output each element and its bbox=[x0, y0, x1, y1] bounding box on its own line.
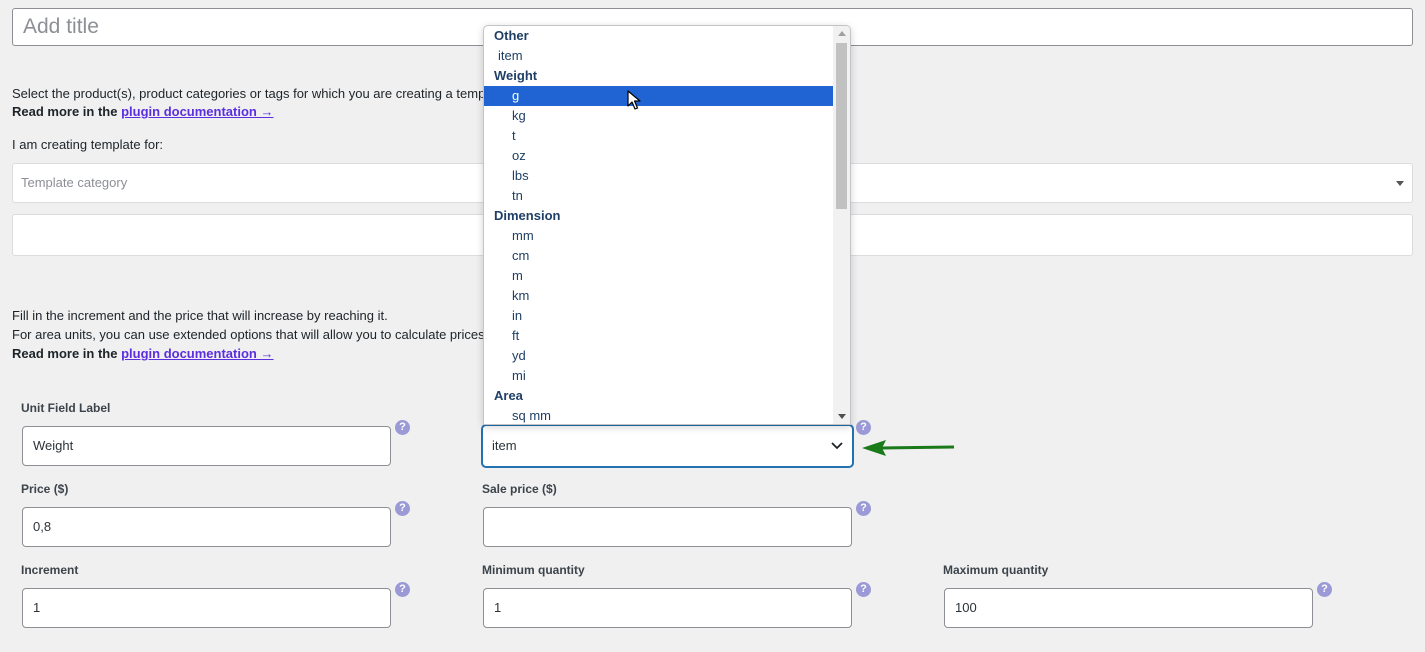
option-item[interactable]: item bbox=[484, 46, 835, 66]
template-category-placeholder: Template category bbox=[21, 175, 128, 190]
plugin-documentation-link[interactable]: plugin documentation → bbox=[121, 104, 273, 119]
minimum-quantity-input[interactable]: 1 bbox=[483, 588, 852, 628]
unit-field-label-label: Unit Field Label bbox=[21, 401, 111, 415]
option-t[interactable]: t bbox=[484, 126, 835, 146]
help-icon[interactable]: ? bbox=[395, 420, 410, 435]
option-g[interactable]: g bbox=[484, 86, 835, 106]
option-cm[interactable]: cm bbox=[484, 246, 835, 266]
template-for-label: I am creating template for: bbox=[12, 137, 164, 152]
price-input[interactable]: 0,8 bbox=[22, 507, 391, 547]
unit-dropdown-list[interactable]: Other item Weight g kg t oz lbs tn Dimen… bbox=[483, 25, 851, 425]
read-more-prefix: Read more in the bbox=[12, 346, 118, 361]
unit-select-value: item bbox=[492, 438, 517, 453]
group-weight: Weight bbox=[494, 68, 538, 83]
caret-down-icon bbox=[1396, 181, 1404, 186]
unit-field-label-input[interactable]: Weight bbox=[22, 426, 391, 466]
dropdown-scrollbar[interactable] bbox=[833, 26, 850, 424]
increment-label: Increment bbox=[21, 563, 79, 577]
option-km[interactable]: km bbox=[484, 286, 835, 306]
option-mm[interactable]: mm bbox=[484, 226, 835, 246]
intro-text: Select the product(s), product categorie… bbox=[12, 86, 486, 101]
plugin-documentation-link-2[interactable]: plugin documentation → bbox=[121, 346, 273, 361]
scroll-up-icon[interactable] bbox=[838, 31, 846, 36]
help-icon[interactable]: ? bbox=[395, 501, 410, 516]
maximum-quantity-label: Maximum quantity bbox=[943, 563, 1049, 577]
option-sq-mm[interactable]: sq mm bbox=[484, 406, 835, 424]
read-more-top: Read more in the plugin documentation → bbox=[12, 104, 273, 119]
sale-price-input[interactable] bbox=[483, 507, 852, 547]
help-icon[interactable]: ? bbox=[395, 582, 410, 597]
help-icon[interactable]: ? bbox=[856, 582, 871, 597]
group-dimension: Dimension bbox=[494, 208, 561, 223]
sale-price-label: Sale price ($) bbox=[482, 482, 557, 496]
read-more-bottom: Read more in the plugin documentation → bbox=[12, 346, 273, 361]
info-line-1: Fill in the increment and the price that… bbox=[12, 308, 388, 323]
maximum-quantity-input[interactable]: 100 bbox=[944, 588, 1313, 628]
price-label: Price ($) bbox=[21, 482, 69, 496]
increment-input[interactable]: 1 bbox=[22, 588, 391, 628]
option-oz[interactable]: oz bbox=[484, 146, 835, 166]
option-kg[interactable]: kg bbox=[484, 106, 835, 126]
scroll-thumb[interactable] bbox=[836, 43, 847, 209]
help-icon[interactable]: ? bbox=[856, 501, 871, 516]
help-icon[interactable]: ? bbox=[1317, 582, 1332, 597]
option-m[interactable]: m bbox=[484, 266, 835, 286]
option-yd[interactable]: yd bbox=[484, 346, 835, 366]
chevron-down-icon bbox=[831, 442, 843, 450]
info-line-2: For area units, you can use extended opt… bbox=[12, 327, 485, 342]
group-area: Area bbox=[494, 388, 523, 403]
minimum-quantity-label: Minimum quantity bbox=[482, 563, 585, 577]
read-more-prefix: Read more in the bbox=[12, 104, 118, 119]
option-in[interactable]: in bbox=[484, 306, 835, 326]
group-other: Other bbox=[494, 28, 529, 43]
option-tn[interactable]: tn bbox=[484, 186, 835, 206]
option-lbs[interactable]: lbs bbox=[484, 166, 835, 186]
dropdown-options: Other item Weight g kg t oz lbs tn Dimen… bbox=[484, 26, 835, 424]
unit-select[interactable]: item bbox=[482, 425, 853, 467]
scroll-down-icon[interactable] bbox=[838, 414, 846, 419]
option-ft[interactable]: ft bbox=[484, 326, 835, 346]
help-icon[interactable]: ? bbox=[856, 420, 871, 435]
green-arrow-icon bbox=[862, 440, 955, 456]
option-mi[interactable]: mi bbox=[484, 366, 835, 386]
mouse-cursor-icon bbox=[627, 90, 641, 110]
